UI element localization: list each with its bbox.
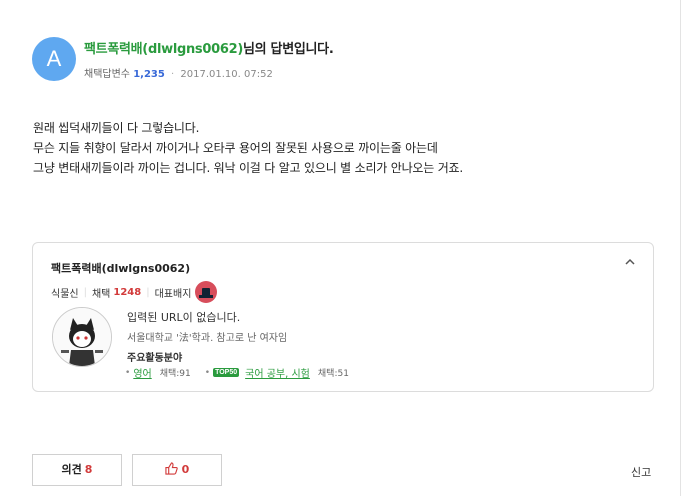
profile-url: 입력된 URL이 없습니다. [127,311,241,324]
top50-badge: TOP50 [213,368,240,377]
adopt-label: 채택 [91,288,111,300]
answer-date: 2017.01.10. 07:52 [180,69,273,80]
top-hat-badge-icon[interactable] [195,281,218,303]
profile-rank: 식물신 [51,288,79,300]
badge-label: 대표배지 [154,288,192,300]
answer-count-label: 채택답변수 [84,69,130,80]
activity-fields: • 영어 채택:91 • TOP50 국어 공부, 시험 채택:51 [125,365,349,381]
answer-title: 팩트폭력배(dlwlgns0062)님의 답변입니다. [84,38,334,57]
profile-intro: 서울대학교 '法'학과. 참고로 난 여자임 [127,333,288,344]
answer-count: 1,235 [133,69,165,80]
fields-heading: 주요활동분야 [127,353,183,364]
stat-separator: | [146,286,150,298]
answer-body: 원래 씹덕새끼들이 다 그렇습니다. 무슨 지들 취향이 달라서 까이거나 오타… [33,118,463,178]
answer-meta: 채택답변수 1,235 · 2017.01.10. 07:52 [84,65,273,80]
answer-body-line: 그냥 변태새끼들이라 까이는 겁니다. 워낙 이걸 다 알고 있으니 별 소리가… [33,161,464,175]
opinion-count: 8 [84,463,93,476]
answerer-avatar[interactable]: A [32,37,76,81]
title-suffix: 님의 답변입니다. [243,42,334,57]
report-link[interactable]: 신고 [631,464,651,480]
profile-card: 팩트폭력배(dlwlgns0062) 식물신 | 채택 1248 | 대표배지 … [32,242,654,392]
field-count: 채택:51 [317,369,349,379]
chevron-up-icon[interactable] [623,256,637,270]
answer-body-line: 무슨 지들 취향이 달라서 까이거나 오타쿠 용어의 잘못된 사용으로 까이는줄… [33,141,438,155]
profile-name[interactable]: 팩트폭력배(dlwlgns0062) [51,260,190,276]
profile-stats: 식물신 | 채택 1248 | 대표배지 [51,281,218,303]
like-count: 0 [181,463,190,476]
thumbs-up-icon [165,457,178,487]
like-button[interactable]: 0 [132,454,222,486]
stat-separator: | [83,286,87,298]
field-link-korean[interactable]: 국어 공부, 시험 [245,365,310,380]
meta-separator: · [171,69,175,80]
adopt-count: 1248 [113,286,142,298]
opinion-label: 의견 [61,463,82,476]
opinion-button[interactable]: 의견 8 [32,454,122,486]
field-link-english[interactable]: 영어 [133,365,151,380]
bullet-icon: • [204,367,211,378]
bullet-icon: • [125,367,131,378]
answer-body-line: 원래 씹덕새끼들이 다 그렇습니다. [33,121,200,135]
answerer-nickname-link[interactable]: 팩트폭력배(dlwlgns0062) [84,42,243,57]
field-count: 채택:91 [159,369,191,379]
profile-image[interactable] [52,307,112,367]
